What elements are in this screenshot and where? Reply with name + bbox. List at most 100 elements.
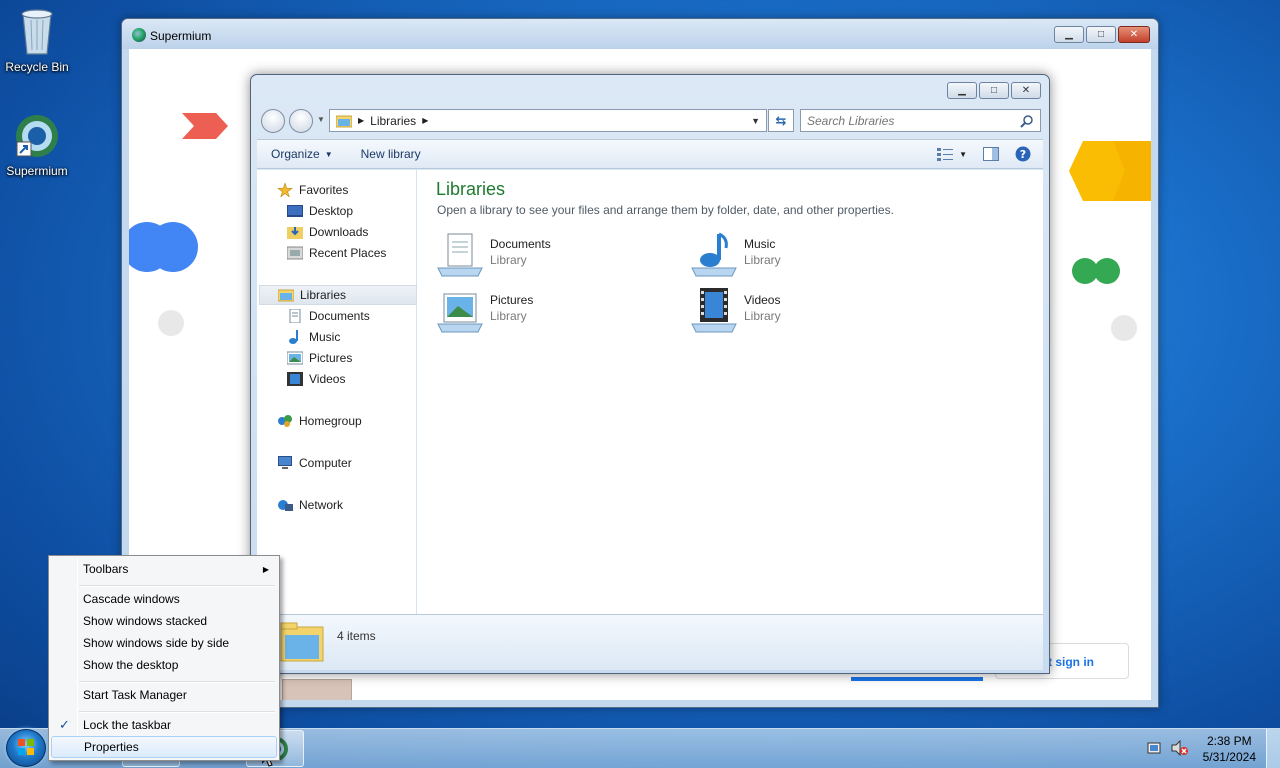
- library-type: Library: [744, 253, 781, 267]
- command-bar: Organize ▼ New library ▼ ?: [257, 139, 1043, 169]
- maximize-button[interactable]: □: [1086, 26, 1116, 43]
- nav-favorites[interactable]: Favorites: [277, 180, 435, 200]
- search-field[interactable]: [800, 109, 1041, 132]
- minimize-button[interactable]: ▁: [947, 82, 977, 99]
- star-icon: [277, 183, 293, 197]
- start-button[interactable]: [6, 729, 46, 767]
- library-type: Library: [490, 309, 527, 323]
- menu-item-label: Show windows side by side: [83, 636, 230, 650]
- navigation-pane: Favorites Desktop Downloads Recent Place…: [257, 170, 417, 614]
- taskbar-context-menu: Toolbars ▶ Cascade windows Show windows …: [48, 555, 280, 761]
- recent-places-icon: [287, 246, 303, 260]
- music-library-icon: [691, 232, 737, 277]
- forward-button[interactable]: [289, 109, 313, 133]
- nav-label: Downloads: [309, 225, 369, 239]
- system-clock[interactable]: 2:38 PM 5/31/2024: [1203, 733, 1256, 765]
- menu-item-lock-the-taskbar[interactable]: ✓ Lock the taskbar: [51, 714, 277, 736]
- menu-item-toolbars[interactable]: Toolbars ▶: [51, 558, 277, 580]
- documents-library-icon: [437, 233, 483, 277]
- menu-item-label: Properties: [84, 740, 139, 754]
- library-name: Documents: [490, 237, 551, 251]
- menu-item-start-task-manager[interactable]: Start Task Manager: [51, 684, 277, 706]
- change-view-icon[interactable]: [937, 147, 954, 161]
- library-item-music[interactable]: Music Library: [690, 230, 890, 282]
- green-pill-shape: [1072, 258, 1120, 284]
- minimize-button[interactable]: ▁: [1054, 26, 1084, 43]
- nav-homegroup[interactable]: Homegroup: [277, 411, 435, 431]
- menu-item-show-windows-stacked[interactable]: Show windows stacked: [51, 610, 277, 632]
- breadcrumb-separator-icon[interactable]: ▶: [422, 116, 428, 125]
- menu-item-show-windows-side-by-side[interactable]: Show windows side by side: [51, 632, 277, 654]
- item-count: 4 items: [337, 629, 376, 643]
- menu-item-label: Toolbars: [83, 562, 129, 576]
- address-dropdown-icon[interactable]: ▼: [751, 116, 760, 126]
- menu-item-cascade-windows[interactable]: Cascade windows: [51, 588, 277, 610]
- page-title: Libraries: [436, 179, 506, 199]
- organize-label: Organize: [271, 147, 320, 161]
- blue-circles-shape: [129, 222, 198, 272]
- preview-pane-icon[interactable]: [983, 147, 999, 161]
- new-library-button[interactable]: New library: [347, 147, 435, 161]
- library-item-videos[interactable]: Videos Library: [690, 286, 890, 338]
- library-type: Library: [490, 253, 527, 267]
- breadcrumb-libraries[interactable]: Libraries: [370, 114, 416, 128]
- search-input[interactable]: [801, 110, 1006, 131]
- music-icon: [289, 330, 298, 344]
- yellow-hexagon-shape: [1069, 141, 1151, 201]
- chevron-down-icon: ▼: [324, 149, 333, 159]
- pictures-icon: [287, 351, 303, 365]
- show-desktop-button[interactable]: [1266, 729, 1280, 768]
- maximize-button[interactable]: □: [979, 82, 1009, 99]
- desktop-icon: [287, 205, 303, 217]
- svg-text:?: ?: [1020, 148, 1026, 161]
- menu-item-label: Show the desktop: [83, 658, 179, 672]
- libraries-folder-icon: [336, 115, 352, 127]
- nav-network[interactable]: Network: [277, 495, 435, 515]
- nav-label: Libraries: [300, 288, 347, 302]
- desktop-icon-recycle-bin[interactable]: Recycle Bin: [0, 6, 74, 74]
- menu-item-label: Lock the taskbar: [83, 718, 172, 732]
- view-options-chevron-icon[interactable]: ▼: [959, 150, 967, 159]
- desktop-icon-supermium[interactable]: Supermium: [0, 112, 74, 178]
- computer-icon: [278, 456, 292, 469]
- back-button[interactable]: [261, 109, 285, 133]
- menu-item-label: Cascade windows: [83, 592, 180, 606]
- grey-dot-shape: [1111, 315, 1137, 341]
- new-library-label: New library: [360, 147, 421, 161]
- nav-label: Desktop: [309, 204, 354, 218]
- close-button[interactable]: ✕: [1011, 82, 1041, 99]
- library-item-pictures[interactable]: Pictures Library: [436, 286, 636, 338]
- help-icon[interactable]: ?: [1015, 146, 1031, 162]
- menu-item-properties[interactable]: Properties: [51, 736, 277, 758]
- blue-button-edge[interactable]: [851, 677, 983, 681]
- nav-computer[interactable]: Computer: [277, 453, 435, 473]
- documents-icon: [289, 309, 301, 323]
- library-item-documents[interactable]: Documents Library: [436, 230, 636, 282]
- library-name: Music: [744, 237, 776, 251]
- network-icon: [278, 500, 293, 511]
- organize-button[interactable]: Organize ▼: [257, 147, 347, 161]
- supermium-titlebar[interactable]: Supermium ▁ □ ✕: [122, 19, 1158, 49]
- action-center-icon[interactable]: [1147, 740, 1163, 756]
- page-subtitle: Open a library to see your files and arr…: [437, 203, 894, 217]
- address-bar[interactable]: ▶ Libraries ▶ ▼: [329, 109, 767, 132]
- homegroup-icon: [278, 415, 292, 427]
- refresh-button[interactable]: ⇆: [768, 109, 794, 132]
- supermium-favicon-icon: [132, 28, 146, 42]
- explorer-body: Favorites Desktop Downloads Recent Place…: [257, 170, 1043, 614]
- videos-icon: [287, 372, 303, 386]
- nav-label: Videos: [309, 372, 346, 386]
- libraries-folder-large-icon: [280, 622, 324, 662]
- recent-pages-chevron-icon[interactable]: ▼: [317, 115, 325, 124]
- library-type: Library: [744, 309, 781, 323]
- grey-dot-shape: [158, 310, 184, 336]
- sign-in-label: t sign in: [1048, 655, 1094, 669]
- content-pane: Libraries Open a library to see your fil…: [418, 170, 1043, 614]
- close-button[interactable]: ✕: [1118, 26, 1150, 43]
- menu-item-show-the-desktop[interactable]: Show the desktop: [51, 654, 277, 676]
- search-icon[interactable]: [1020, 114, 1034, 128]
- libraries-folder-icon: [278, 289, 294, 302]
- desktop-icon-label: Supermium: [6, 164, 68, 178]
- nav-libraries[interactable]: Libraries: [259, 285, 417, 305]
- volume-muted-icon[interactable]: [1171, 740, 1189, 756]
